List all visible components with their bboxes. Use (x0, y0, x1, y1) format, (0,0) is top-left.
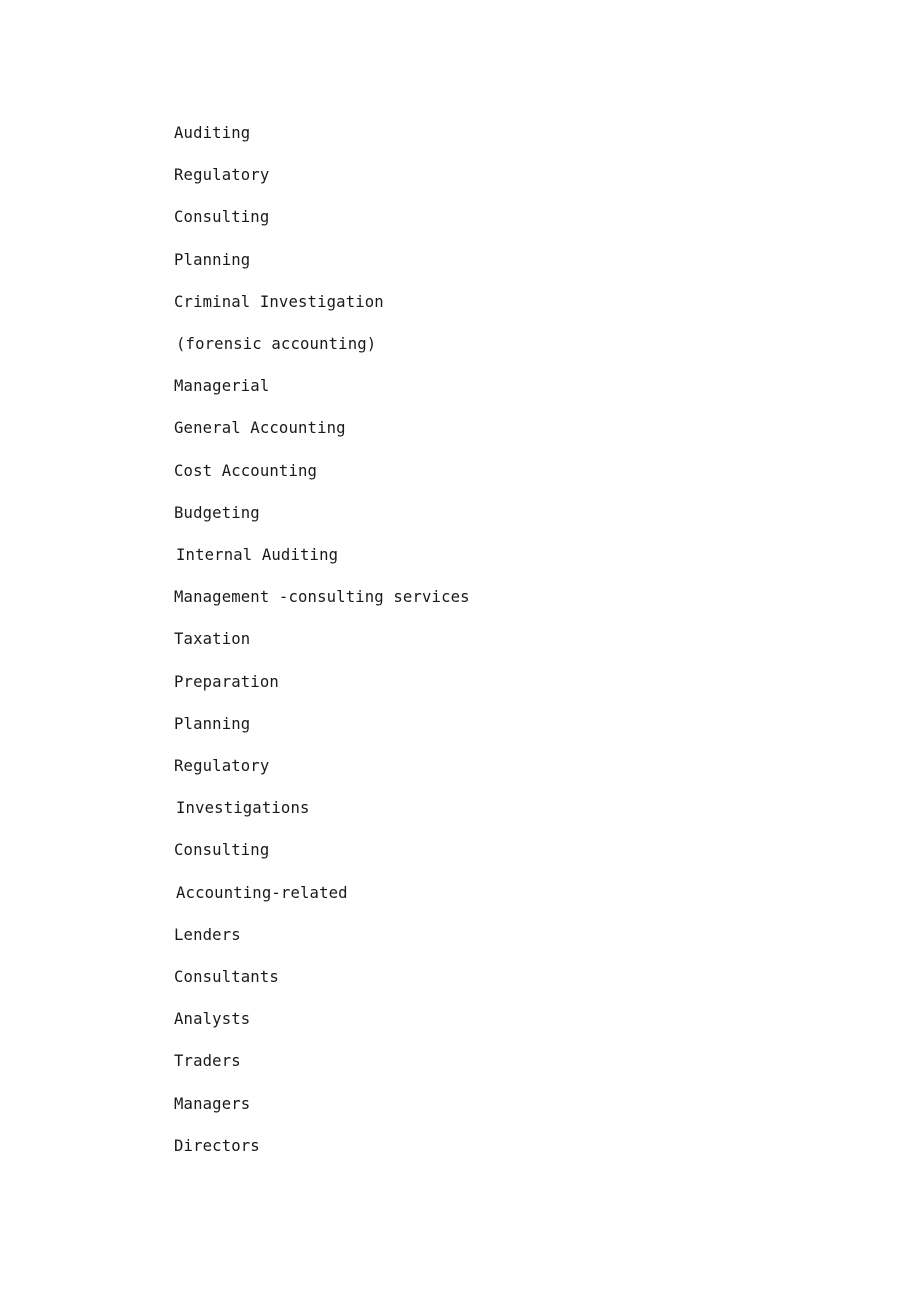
document-line: Accounting-related (176, 883, 348, 902)
document-line: Planning (174, 250, 251, 269)
document-line: Criminal Investigation (174, 292, 384, 311)
document-line: Internal Auditing (176, 546, 339, 565)
document-line: (forensic accounting) (176, 335, 377, 354)
document-line: Investigations (176, 799, 310, 818)
document-line: Preparation (174, 672, 279, 691)
document-line: General Accounting (174, 419, 346, 438)
document-line: Consultants (174, 968, 279, 987)
document-line: Traders (174, 1052, 241, 1071)
document-line: Lenders (174, 925, 241, 944)
document-line: Managerial (174, 377, 270, 396)
document-line: Cost Accounting (174, 461, 318, 480)
document-line: Budgeting (174, 503, 260, 522)
document-line: Planning (174, 714, 251, 733)
document-line: Consulting (174, 841, 270, 860)
document-text-body: Auditing Regulatory Consulting Planning Crim… (174, 112, 774, 1167)
document-line: Auditing (174, 124, 251, 142)
document-line: Taxation (174, 630, 251, 649)
document-line: Regulatory (174, 166, 270, 185)
document-line: Consulting (174, 208, 270, 227)
document-line: Management -consulting services (174, 588, 470, 607)
document-line: Directors (174, 1136, 260, 1155)
document-line: Analysts (174, 1010, 251, 1029)
document-page: Auditing Regulatory Consulting Planning Crim… (0, 0, 920, 1302)
document-line: Regulatory (174, 757, 270, 776)
document-line: Managers (174, 1094, 251, 1113)
